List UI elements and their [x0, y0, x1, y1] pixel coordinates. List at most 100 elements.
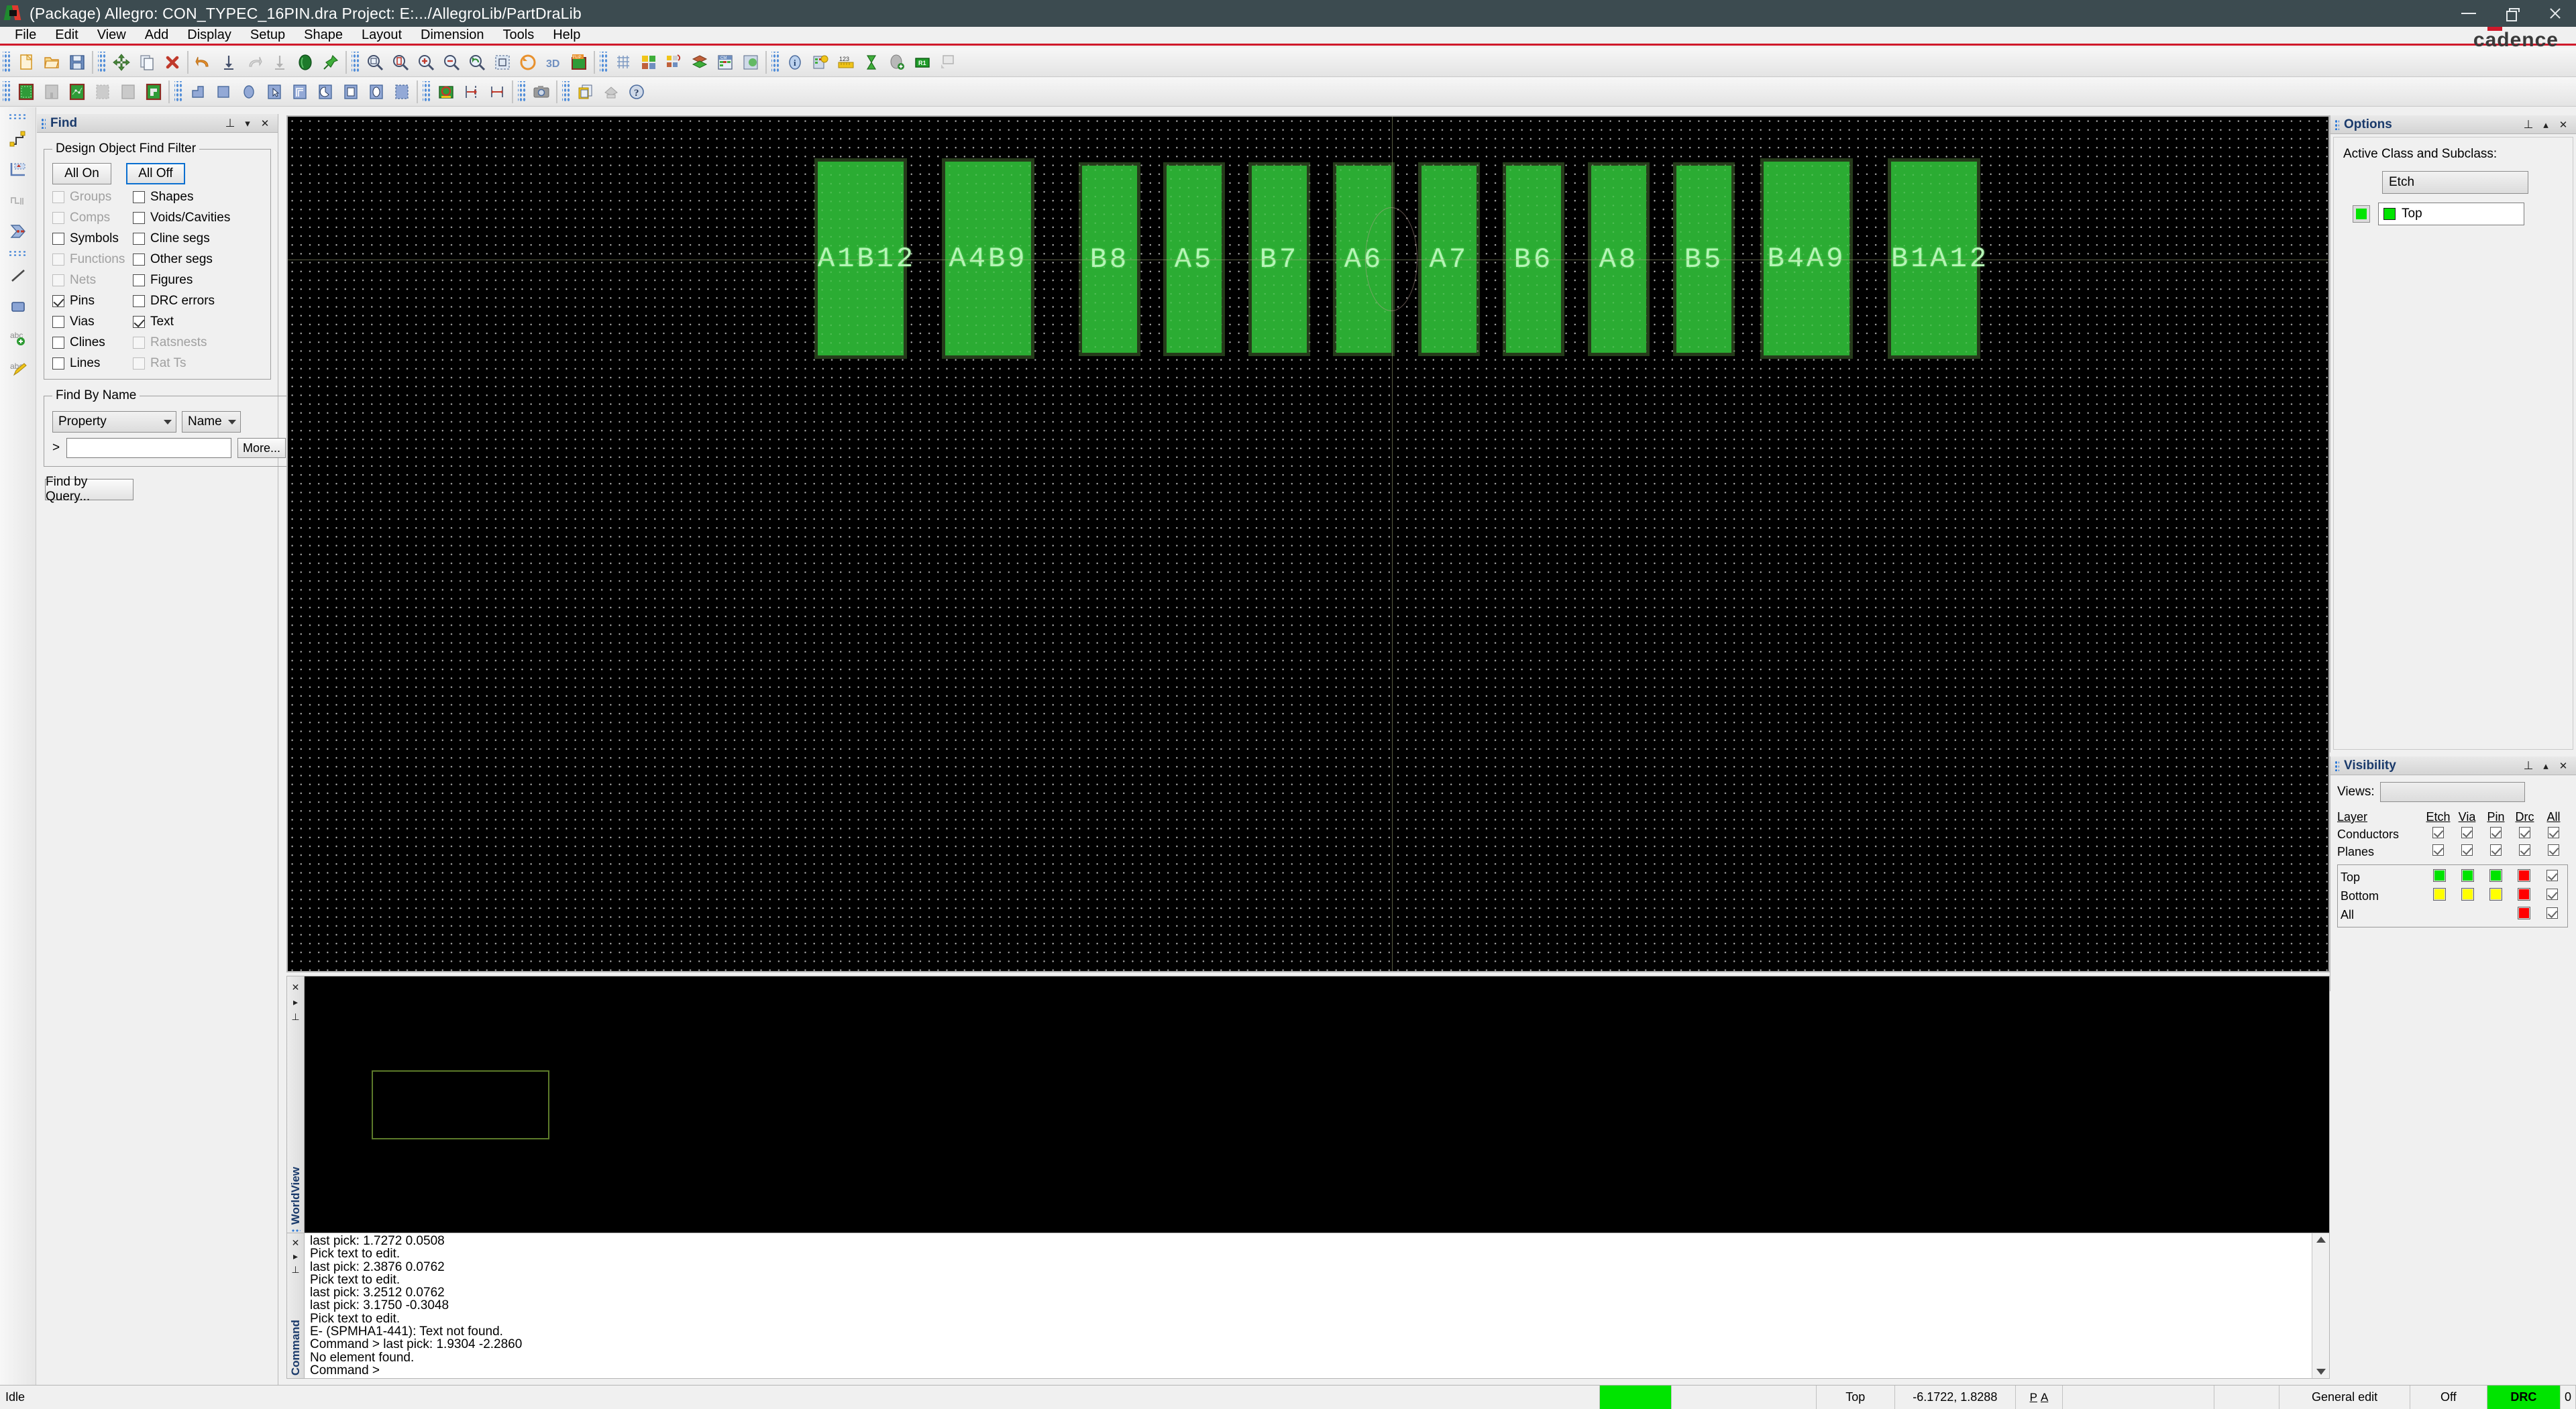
checkbox[interactable] — [133, 295, 145, 307]
planes-etch-check[interactable] — [2424, 843, 2453, 860]
top-all-check[interactable] — [2538, 868, 2566, 887]
planes-all-check[interactable] — [2539, 843, 2568, 860]
pin-icon[interactable]: ⊥ — [291, 1012, 299, 1021]
checkbox[interactable] — [133, 253, 145, 266]
close-button[interactable] — [2533, 0, 2576, 27]
new-file-icon[interactable] — [13, 50, 39, 75]
undo-icon[interactable] — [191, 50, 216, 75]
open-folder-icon[interactable] — [39, 50, 64, 75]
grid-toggle-icon[interactable] — [610, 50, 636, 75]
place-mode-icon[interactable] — [64, 79, 90, 105]
board-geometry-icon[interactable] — [39, 79, 64, 105]
checkbox[interactable] — [52, 212, 64, 224]
delay-tune-icon[interactable] — [4, 186, 32, 215]
conductors-all-check[interactable] — [2539, 826, 2568, 843]
worldview-viewport-rect[interactable] — [372, 1070, 549, 1139]
filter-other-segs[interactable]: Other segs — [133, 252, 264, 267]
plot-icon[interactable] — [598, 79, 624, 105]
rename-r1-icon[interactable]: R1 — [910, 50, 935, 75]
checkbox[interactable] — [52, 233, 64, 245]
filter-pins[interactable]: Pins — [52, 294, 133, 308]
flip-design-icon[interactable]: FLIP — [566, 50, 592, 75]
checkbox[interactable] — [52, 316, 64, 328]
object-type-select[interactable]: Property — [52, 411, 176, 433]
top-etch-color[interactable] — [2425, 868, 2453, 887]
redo-icon[interactable] — [241, 50, 267, 75]
toolbar-grip[interactable] — [7, 113, 28, 120]
checkbox[interactable] — [52, 191, 64, 203]
custom-smooth-icon[interactable] — [4, 217, 32, 245]
menu-view[interactable]: View — [88, 26, 136, 44]
filter-rat-ts[interactable]: Rat Ts — [133, 356, 264, 371]
zoom-fit-icon[interactable] — [362, 50, 388, 75]
checkbox[interactable] — [52, 253, 64, 266]
all-off-button[interactable]: All Off — [126, 163, 185, 184]
toolbar-grip[interactable] — [562, 80, 570, 103]
add-via-icon[interactable] — [884, 50, 910, 75]
pick-mode-a[interactable]: A — [2041, 1391, 2048, 1404]
menu-shape[interactable]: Shape — [294, 26, 352, 44]
menu-edit[interactable]: Edit — [46, 26, 87, 44]
shape-circle-icon[interactable] — [236, 79, 262, 105]
copy-icon[interactable] — [134, 50, 160, 75]
display-window-icon[interactable] — [935, 50, 961, 75]
subclass-color-button[interactable] — [2353, 205, 2370, 223]
filter-functions[interactable]: Functions — [52, 252, 133, 267]
menu-layout[interactable]: Layout — [352, 26, 411, 44]
toolbar-grip[interactable] — [3, 51, 11, 73]
drag-handle-icon[interactable] — [2334, 119, 2339, 130]
redo-down-icon[interactable] — [267, 50, 292, 75]
help-icon[interactable]: ? — [624, 79, 649, 105]
checkbox[interactable] — [133, 212, 145, 224]
bottom-all-check[interactable] — [2538, 887, 2566, 905]
command-log[interactable]: last pick: 1.7272 0.0508 Pick text to ed… — [305, 1233, 2312, 1378]
subclass-visibility-icon[interactable] — [661, 50, 687, 75]
spin-icon[interactable] — [292, 50, 318, 75]
find-by-query-button[interactable]: Find by Query... — [45, 475, 133, 504]
filter-voids[interactable]: Voids/Cavities — [133, 211, 264, 225]
pad-B1A12[interactable]: B1A12 — [1891, 162, 1986, 355]
status-pick-mode[interactable]: P A — [2016, 1386, 2063, 1409]
pcb-canvas[interactable]: A1B12 A4B9 B8 A5 B7 A6 A7 B6 A8 B5 B4A9 — [286, 115, 2330, 972]
filter-vias[interactable]: Vias — [52, 315, 133, 329]
bottom-etch-color[interactable] — [2425, 887, 2453, 905]
toolbar-grip[interactable] — [3, 80, 11, 103]
expand-icon[interactable]: ▸ — [293, 1251, 298, 1261]
save-icon[interactable] — [64, 50, 90, 75]
add-connect-icon[interactable] — [4, 125, 32, 153]
mirror-down-icon[interactable] — [216, 50, 241, 75]
close-icon[interactable]: ✕ — [292, 1238, 300, 1247]
close-icon[interactable]: ✕ — [2555, 758, 2572, 773]
expand-icon[interactable]: ▸ — [293, 997, 298, 1007]
add-text-icon[interactable]: abc — [4, 323, 32, 351]
reports-icon[interactable] — [573, 79, 598, 105]
close-icon[interactable]: ✕ — [256, 116, 274, 131]
pad-A4B9[interactable]: A4B9 — [945, 162, 1031, 355]
command-scrollbar[interactable] — [2312, 1233, 2329, 1378]
pin-icon[interactable]: ⊥ — [2520, 758, 2537, 773]
bottom-drc-color[interactable] — [2510, 887, 2538, 905]
all-all-check[interactable] — [2538, 905, 2566, 924]
active-subclass-select[interactable]: Top — [2378, 203, 2524, 225]
shape-square-icon[interactable] — [338, 79, 364, 105]
color-visibility-icon[interactable] — [636, 50, 661, 75]
close-icon[interactable]: ✕ — [292, 982, 300, 992]
filter-ratsnests[interactable]: Ratsnests — [133, 335, 264, 350]
scroll-down-icon[interactable] — [2316, 1369, 2326, 1375]
collapse-icon[interactable]: ▾ — [239, 116, 256, 131]
shape-manual-icon[interactable] — [287, 79, 313, 105]
zoom-out-icon[interactable] — [439, 50, 464, 75]
edit-text-icon[interactable]: abc — [4, 354, 32, 382]
checkbox[interactable] — [52, 357, 64, 370]
bottom-via-color[interactable] — [2453, 887, 2481, 905]
slide-icon[interactable] — [4, 156, 32, 184]
all-on-button[interactable]: All On — [52, 163, 111, 184]
redraw-icon[interactable] — [515, 50, 541, 75]
pin-icon[interactable]: ⊥ — [291, 1265, 299, 1274]
toolbar-grip[interactable] — [352, 51, 360, 73]
shape-oval-icon[interactable] — [364, 79, 389, 105]
all-drc-color[interactable] — [2510, 905, 2538, 924]
filter-figures[interactable]: Figures — [133, 273, 264, 288]
filter-nets[interactable]: Nets — [52, 273, 133, 288]
status-drc-badge[interactable]: DRC — [2487, 1386, 2561, 1409]
